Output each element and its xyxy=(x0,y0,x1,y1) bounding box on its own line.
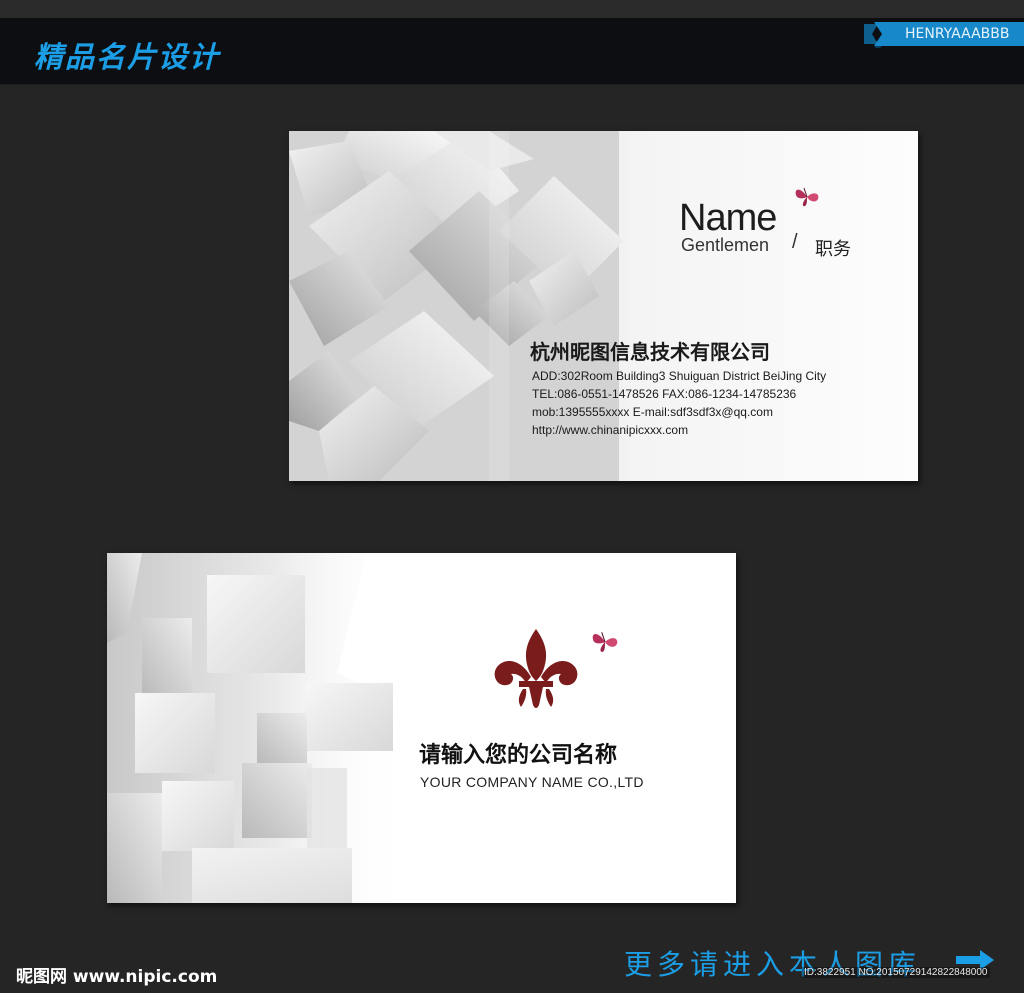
butterfly-icon xyxy=(795,187,819,207)
author-tag: HENRYAAABBB xyxy=(905,26,1010,42)
butterfly-icon xyxy=(592,632,618,652)
site-logo[interactable]: 昵图网 www.nipic.com xyxy=(16,962,217,987)
card-holder-name: Name xyxy=(679,197,777,239)
job-position: 职务 xyxy=(815,239,851,260)
company-name-en: YOUR COMPANY NAME CO.,LTD xyxy=(420,774,644,790)
mobile-email-line: mob:1395555xxxx E-mail:sdf3sdf3x@qq.com xyxy=(532,405,773,419)
tel-fax-line: TEL:086-0551-1478526 FAX:086-1234-147852… xyxy=(532,387,797,401)
website-line: http://www.chinanipicxxx.com xyxy=(532,423,689,437)
image-id-text: ID:3822951 NO:20150729142822848000 xyxy=(802,967,990,978)
card2-geometric-background xyxy=(107,553,407,903)
address-line: ADD:302Room Building3 Shuiguan District … xyxy=(532,369,827,383)
company-name: 杭州昵图信息技术有限公司 xyxy=(530,340,770,364)
top-strip xyxy=(0,0,1024,18)
separator: / xyxy=(792,231,798,253)
business-card-back: 请输入您的公司名称 YOUR COMPANY NAME CO.,LTD xyxy=(107,553,736,903)
business-card-front: Name Gentlemen / 职务 杭州昵图信息技术有限公司 ADD:302… xyxy=(289,131,918,481)
fleur-de-lis-logo xyxy=(494,629,578,708)
card-holder-subtitle: Gentlemen xyxy=(681,235,770,255)
header-title: 精品名片设计 xyxy=(34,40,221,74)
company-name-cn: 请输入您的公司名称 xyxy=(419,743,618,768)
